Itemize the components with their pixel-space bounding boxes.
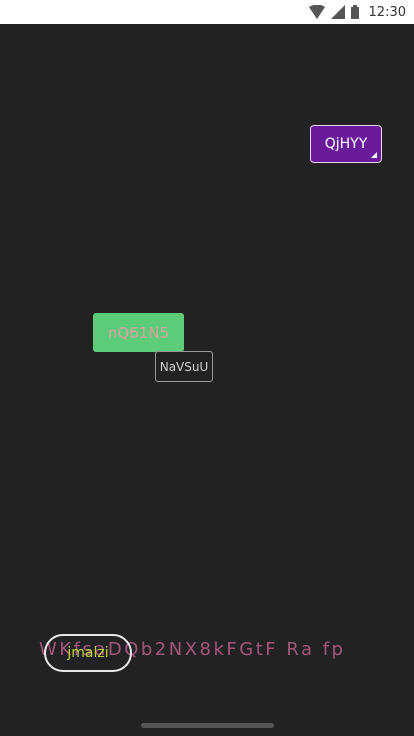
status-icons: 12:30 (308, 0, 406, 24)
pill-button-label: jmalzi (67, 645, 109, 661)
dropdown-button[interactable]: QjHYY (310, 125, 382, 163)
outlined-button[interactable]: NaVSuU (155, 351, 213, 382)
status-time: 12:30 (368, 4, 406, 20)
dropdown-button-label: QjHYY (324, 136, 368, 152)
status-bar: 12:30 (0, 0, 414, 24)
pill-button[interactable]: jmalzi (44, 634, 132, 672)
navigation-handle[interactable] (141, 723, 274, 728)
cellular-signal-icon (330, 5, 345, 19)
outlined-button-label: NaVSuU (159, 359, 209, 374)
green-button[interactable]: nQ61N5 (93, 313, 184, 352)
green-button-label: nQ61N5 (107, 323, 170, 342)
battery-icon (350, 5, 359, 19)
wifi-icon (308, 5, 325, 19)
dropdown-corner-icon (371, 152, 377, 158)
